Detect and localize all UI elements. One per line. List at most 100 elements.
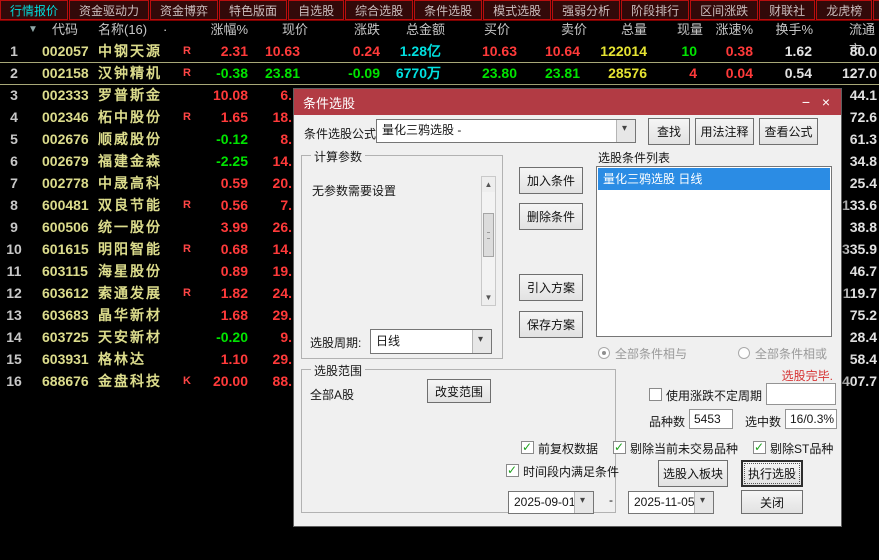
close-button[interactable]: 关闭 — [741, 490, 803, 514]
scrollbar-thumb[interactable] — [483, 213, 494, 257]
cell-sell: 23.81 — [544, 65, 580, 81]
condition-listbox[interactable]: 量化三鸦选股 日线 — [596, 166, 832, 337]
table-row[interactable]: 2 002158 汉钟精机 R -0.38 23.81 -0.09 6770万 23.80 23.… — [0, 62, 879, 85]
cell-marker: R — [183, 243, 191, 255]
cell-pricefrag: 14. — [272, 153, 292, 169]
cell-name: 汉钟精机 — [98, 65, 162, 81]
cell-pricefrag: 8. — [280, 131, 292, 147]
menu-item[interactable]: 阶段排行 — [621, 0, 690, 20]
column-header-name[interactable]: 名称(16) — [98, 20, 147, 40]
column-header-change[interactable]: 涨跌 — [354, 20, 380, 40]
cell-cap: 44.1 — [849, 87, 877, 103]
selected-count-field[interactable]: 16/0.3% — [785, 409, 837, 429]
column-header-cur[interactable]: 现量 — [677, 20, 703, 40]
time-range-label: 时间段内满足条件 — [523, 465, 620, 479]
scroll-up-icon[interactable]: ▲ — [482, 177, 495, 192]
column-header-vol[interactable]: 总量 — [621, 20, 647, 40]
chevron-down-icon[interactable] — [472, 330, 491, 353]
column-header-pct[interactable]: 涨幅% — [210, 20, 248, 40]
variable-period-input[interactable] — [766, 383, 836, 405]
column-header-turn[interactable]: 换手% — [775, 20, 813, 40]
cell-num: 7 — [10, 175, 18, 191]
chevron-down-icon[interactable] — [574, 492, 593, 513]
column-header-speed[interactable]: 涨速% — [715, 20, 753, 40]
cell-num: 3 — [10, 87, 18, 103]
calc-params-group: 计算参数 无参数需要设置 ▲ ▼ 选股周期: 日线 — [301, 148, 503, 359]
exclude-untraded-checkbox[interactable] — [613, 440, 626, 454]
usage-notes-button[interactable]: 用法注释 — [695, 118, 754, 145]
column-header-amount[interactable]: 总金额 — [406, 20, 445, 40]
delete-condition-button[interactable]: 删除条件 — [519, 203, 583, 230]
cell-pct: 0.68 — [220, 241, 248, 257]
cell-num: 11 — [6, 263, 22, 279]
menu-item[interactable]: 财联社 — [759, 0, 816, 20]
view-formula-button[interactable]: 查看公式 — [759, 118, 818, 145]
cell-name: 索通发展 — [98, 285, 162, 301]
chevron-down-icon[interactable] — [616, 120, 635, 142]
date-from-combobox[interactable]: 2025-09-01 — [508, 491, 594, 514]
period-combobox[interactable]: 日线 — [370, 329, 492, 354]
column-header-cap[interactable]: 流通市 — [849, 20, 879, 57]
exclude-st-checkbox[interactable] — [753, 440, 766, 454]
column-header-sell[interactable]: 卖价 — [561, 20, 587, 40]
time-range-checkbox[interactable] — [506, 463, 519, 477]
menu-item[interactable]: 龙虎榜 — [816, 0, 873, 20]
cell-pct: 1.82 — [220, 285, 248, 301]
menu-item[interactable]: 强弱分析 — [552, 0, 621, 20]
cell-pricefrag: 7. — [280, 197, 292, 213]
dialog-titlebar[interactable]: 条件选股 — [294, 89, 841, 115]
formula-combobox[interactable]: 量化三鸦选股 - — [376, 119, 636, 143]
add-condition-button[interactable]: 加入条件 — [519, 167, 583, 194]
variable-period-checkbox[interactable] — [649, 388, 662, 401]
cell-cur: 10 — [681, 43, 697, 59]
cell-pct: -0.12 — [216, 131, 248, 147]
select-into-block-button[interactable]: 选股入板块 — [658, 460, 728, 487]
menu-item[interactable]: 资金博弈 — [150, 0, 219, 20]
cell-code: 688676 — [42, 373, 89, 389]
forward-adjusted-checkbox[interactable] — [521, 440, 534, 454]
change-range-button[interactable]: 改变范围 — [427, 379, 491, 403]
cell-name: 海星股份 — [98, 263, 162, 279]
table-row[interactable]: 1 002057 中钢天源 R 2.31 10.63 0.24 1.28亿 10.63 10.64… — [0, 40, 879, 63]
close-icon[interactable]: × — [817, 89, 835, 115]
save-plan-button[interactable]: 保存方案 — [519, 311, 583, 338]
column-header-price[interactable]: 现价 — [282, 20, 308, 40]
condition-list-item[interactable]: 量化三鸦选股 日线 — [598, 168, 830, 190]
cell-price: 10.63 — [264, 43, 300, 59]
scroll-down-icon[interactable]: ▼ — [482, 290, 495, 305]
column-header-buy[interactable]: 买价 — [484, 20, 510, 40]
cell-cap: 28.4 — [849, 329, 877, 345]
cell-code: 603683 — [42, 307, 89, 323]
menu-item[interactable]: 特色版面 — [219, 0, 288, 20]
cell-name: 中钢天源 — [98, 43, 162, 59]
params-scrollbar[interactable]: ▲ ▼ — [481, 176, 496, 306]
menu-item[interactable]: 条件选股 — [414, 0, 483, 20]
find-button[interactable]: 查找 — [648, 118, 690, 145]
execute-select-button[interactable]: 执行选股 — [741, 460, 803, 487]
no-params-text: 无参数需要设置 — [312, 184, 397, 198]
menu-item[interactable]: 行情报价 — [0, 0, 69, 20]
species-count-field[interactable]: 5453 — [689, 409, 733, 429]
cell-name: 中晟高科 — [98, 175, 162, 191]
date-to-combobox[interactable]: 2025-11-05 — [628, 491, 714, 514]
cell-cap: 46.7 — [849, 263, 877, 279]
menu-item[interactable]: 自选股 — [288, 0, 345, 20]
menu-item[interactable]: 区间涨跌 — [690, 0, 759, 20]
radio-all-or-label: 全部条件相或 — [755, 347, 828, 361]
minimize-icon[interactable]: − — [797, 89, 815, 115]
cell-code: 603115 — [42, 263, 88, 279]
cell-num: 1 — [10, 43, 18, 59]
menu-item[interactable]: 综合选股 — [345, 0, 414, 20]
cell-cap: 133.6 — [841, 197, 877, 213]
cell-amount: 1.28亿 — [399, 43, 441, 59]
column-header-code[interactable]: 代码 — [52, 20, 78, 40]
cell-name: 金盘科技 — [98, 373, 162, 389]
cell-pct: -2.25 — [216, 153, 248, 169]
menu-item[interactable]: 外资流向 — [873, 0, 879, 20]
import-plan-button[interactable]: 引入方案 — [519, 274, 583, 301]
column-filter-icon[interactable]: ▼ — [28, 20, 38, 40]
cell-pricefrag: 29. — [272, 351, 292, 367]
menu-item[interactable]: 资金驱动力 — [69, 0, 150, 20]
chevron-down-icon[interactable] — [694, 492, 713, 513]
menu-item[interactable]: 模式选股 — [483, 0, 552, 20]
